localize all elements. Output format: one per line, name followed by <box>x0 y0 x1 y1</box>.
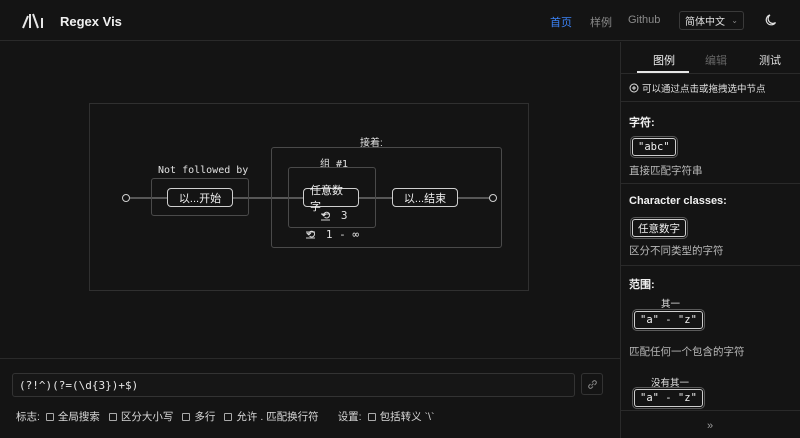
flags-label: 标志: <box>16 411 40 423</box>
panel-tabs: 图例 编辑 测试 <box>621 42 800 74</box>
digit-repeat-count: 3 <box>340 209 348 222</box>
moon-icon[interactable] <box>765 13 779 27</box>
negative-lookahead-label: Not followed by <box>158 165 249 176</box>
tab-legend[interactable]: 图例 <box>653 52 675 68</box>
tab-test[interactable]: 测试 <box>759 52 781 68</box>
nav-home-link[interactable]: 首页 <box>550 14 572 30</box>
classes-title: Character classes: <box>629 195 727 207</box>
language-select[interactable]: 简体中文 ⌄ <box>679 11 744 30</box>
expand-panel-icon[interactable]: » <box>707 420 713 432</box>
chars-example-node: "abc" <box>630 136 678 158</box>
regex-input[interactable]: (?!^)(?=(\d{3})+$) <box>12 373 575 397</box>
chars-desc: 直接匹配字符串 <box>629 165 703 177</box>
node-any-digit[interactable]: 任意数字 <box>303 185 359 213</box>
hint-text: 可以通过点击或拖拽选中节点 <box>629 81 766 95</box>
checkbox[interactable] <box>108 412 117 421</box>
language-value: 简体中文 <box>685 17 725 28</box>
diagram-canvas[interactable]: Not followed by 以...开始 接着: 组 #1 任意数字 ⟲ 3… <box>0 42 620 358</box>
flag-multiline-label: 多行 <box>194 411 216 423</box>
range-one-of-label: 其一 <box>661 299 681 310</box>
checkbox[interactable] <box>367 412 376 421</box>
digit-repeat-row: ⟲ 3 <box>321 209 347 222</box>
checkbox[interactable] <box>224 412 233 421</box>
checkbox[interactable] <box>45 412 54 421</box>
range-none-of-label: 没有其一 <box>651 378 690 389</box>
regex-editor: (?!^)(?=(\d{3})+$) 标志: 全局搜索 区分大小写 多行 允许 … <box>0 358 620 438</box>
divider <box>621 410 800 411</box>
flag-global-label: 全局搜索 <box>57 411 100 423</box>
flag-case-sensitive[interactable]: 区分大小写 <box>108 409 174 424</box>
divider <box>621 183 800 184</box>
range-title: 范围: <box>629 279 655 291</box>
hint-label: 可以通过点击或拖拽选中节点 <box>642 84 766 95</box>
chevron-down-icon: ⌄ <box>731 16 738 25</box>
group-repeat-range: 1 - ∞ <box>325 228 359 241</box>
setting-escape-label: 包括转义 `\` <box>379 411 435 423</box>
node-start-assertion[interactable]: 以...开始 <box>167 188 233 207</box>
repeat-icon: ⟲ <box>321 209 331 222</box>
settings-label: 设置: <box>337 411 362 423</box>
repeat-icon: ⟲ <box>306 228 316 241</box>
classes-example-node: 任意数字 <box>630 217 688 239</box>
divider <box>621 73 800 74</box>
flag-dotall-label: 允许 . 匹配换行符 <box>236 411 319 423</box>
logo-icon[interactable] <box>22 12 44 30</box>
range-example2-node: "a" - "z" <box>632 387 705 409</box>
app-header: Regex Vis 首页 样例 Github 简体中文 ⌄ <box>0 0 800 41</box>
side-panel: 图例 编辑 测试 可以通过点击或拖拽选中节点 字符: "abc" 直接匹配字符串… <box>620 42 800 438</box>
flag-global[interactable]: 全局搜索 <box>45 409 100 424</box>
link-icon <box>587 379 597 389</box>
range-desc: 匹配任何一个包含的字符 <box>629 346 745 358</box>
node-end-assertion[interactable]: 以...结束 <box>392 188 458 207</box>
classes-desc: 区分不同类型的字符 <box>629 245 724 257</box>
divider <box>621 101 800 102</box>
flag-dotall[interactable]: 允许 . 匹配换行符 <box>224 409 319 424</box>
chars-title: 字符: <box>629 117 655 129</box>
nav-github-link[interactable]: Github <box>628 14 660 26</box>
share-link-button[interactable] <box>581 373 603 395</box>
setting-escape[interactable]: 包括转义 `\` <box>367 409 435 424</box>
flag-multiline[interactable]: 多行 <box>182 409 215 424</box>
checkbox[interactable] <box>182 412 191 421</box>
divider <box>621 265 800 266</box>
plus-circle-icon <box>629 83 639 93</box>
nav-samples-link[interactable]: 样例 <box>590 14 612 30</box>
flag-case-label: 区分大小写 <box>120 411 174 423</box>
tab-edit[interactable]: 编辑 <box>705 52 727 68</box>
range-example-node: "a" - "z" <box>632 309 705 331</box>
flags-row: 标志: 全局搜索 区分大小写 多行 允许 . 匹配换行符 设置: 包括转义 `\… <box>16 409 443 424</box>
brand-title: Regex Vis <box>60 14 122 29</box>
group-repeat-row: ⟲ 1 - ∞ <box>306 228 359 241</box>
